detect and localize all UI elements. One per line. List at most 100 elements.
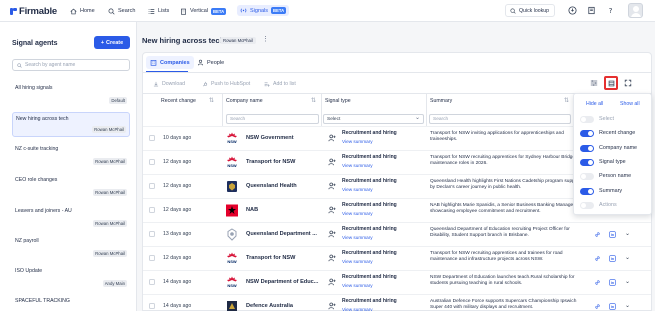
link-icon[interactable]: [594, 279, 601, 286]
column-header-recent-change[interactable]: Recent change: [161, 98, 196, 104]
row-checkbox[interactable]: [149, 135, 155, 141]
sort-icon[interactable]: ⇅: [564, 97, 569, 104]
company-logo-icon: [226, 180, 238, 193]
agent-item[interactable]: NZ payroll Rowan McPhail: [12, 235, 130, 260]
row-checkbox[interactable]: [149, 231, 155, 237]
link-icon[interactable]: [594, 255, 601, 262]
push-hubspot-button[interactable]: Push to HubSpot: [202, 79, 250, 88]
bell-icon[interactable]: [568, 6, 577, 15]
table-row[interactable]: 14 days ago NSW NSW Department of Educ... R…: [143, 270, 651, 294]
view-summary-link[interactable]: View summary: [342, 187, 373, 192]
svg-text:NSW: NSW: [227, 163, 237, 168]
column-toggle-switch[interactable]: [580, 187, 594, 195]
tab-companies[interactable]: Companies: [146, 56, 194, 69]
company-name-link[interactable]: Queensland Health: [246, 183, 297, 189]
quick-lookup-button[interactable]: Quick lookup: [505, 4, 555, 17]
help-icon[interactable]: ?: [606, 6, 615, 15]
company-name-link[interactable]: NSW Government: [246, 135, 294, 141]
view-summary-link[interactable]: View summary: [342, 139, 373, 144]
sort-icon[interactable]: ⇅: [209, 97, 214, 104]
company-name-link[interactable]: Transport for NSW: [246, 255, 295, 261]
agent-item[interactable]: SPACEFUL TRACKING: [12, 295, 130, 311]
column-toggle-row[interactable]: Signal type: [580, 158, 650, 168]
tab-people[interactable]: People: [193, 56, 228, 69]
signal-type-select[interactable]: Select: [323, 114, 424, 124]
view-summary-link[interactable]: View summary: [342, 307, 373, 311]
company-name-link[interactable]: Defence Australia: [246, 303, 293, 309]
book-icon[interactable]: [587, 6, 596, 15]
sort-icon[interactable]: ⇅: [311, 97, 316, 104]
chevron-down-icon[interactable]: ⌄: [625, 254, 630, 261]
agent-owner-badge: Rowan McPhail: [93, 189, 127, 196]
company-name-link[interactable]: Queensland Department ...: [246, 231, 317, 237]
expand-icon[interactable]: [624, 79, 632, 87]
column-picker-button[interactable]: [604, 76, 618, 90]
show-all-link[interactable]: Show all: [620, 101, 640, 107]
signal-icon: [240, 8, 247, 13]
summary-filter-input[interactable]: Search: [429, 114, 571, 124]
column-header-company-name[interactable]: Company name: [226, 98, 263, 104]
column-toggle-switch[interactable]: [580, 144, 594, 152]
company-name-link[interactable]: NSW Department of Educ...: [246, 279, 318, 285]
column-toggle-row: Actions: [580, 201, 650, 211]
nav-home[interactable]: Home: [70, 6, 95, 16]
chevron-down-icon[interactable]: ⌄: [625, 278, 630, 285]
company-name-link[interactable]: Transport for NSW: [246, 159, 295, 165]
agent-item[interactable]: ISO Update Andy Main: [12, 265, 130, 290]
nav-vertical[interactable]: Vertical BETA: [180, 6, 227, 16]
column-toggle-switch[interactable]: [580, 173, 594, 181]
hide-all-link[interactable]: Hide all: [586, 101, 603, 107]
company-name-link[interactable]: NAB: [246, 207, 258, 213]
linkedin-icon[interactable]: in: [609, 279, 616, 286]
quick-lookup-label: Quick lookup: [519, 7, 549, 14]
agent-search-input[interactable]: Search by agent name: [12, 59, 130, 71]
column-toggle-row[interactable]: Recent change: [580, 129, 650, 139]
agent-item[interactable]: Leavers and joiners - AU Rowan McPhail: [12, 205, 130, 230]
column-toggle-row[interactable]: Company name: [580, 144, 650, 154]
linkedin-icon[interactable]: in: [609, 231, 616, 238]
view-summary-link[interactable]: View summary: [342, 259, 373, 264]
view-summary-link[interactable]: View summary: [342, 283, 373, 288]
view-summary-link[interactable]: View summary: [342, 163, 373, 168]
row-checkbox[interactable]: [149, 279, 155, 285]
download-button[interactable]: Download: [153, 79, 185, 88]
agent-item[interactable]: CEO role changes Rowan McPhail: [12, 174, 130, 199]
column-header-signal-type[interactable]: Signal type: [325, 98, 351, 104]
nav-search[interactable]: Search: [108, 6, 135, 16]
brand-logo[interactable]: Firmable: [9, 5, 57, 17]
nav-lists[interactable]: Lists: [148, 6, 169, 16]
nav-signals[interactable]: Signals BETA: [237, 5, 290, 16]
table-row[interactable]: 14 days ago Defence Australia Recruitment …: [143, 294, 651, 311]
chevron-down-icon[interactable]: ⌄: [625, 302, 630, 309]
row-checkbox[interactable]: [149, 207, 155, 213]
avatar[interactable]: [628, 3, 643, 18]
more-options-button[interactable]: ⋮: [262, 35, 269, 43]
linkedin-icon[interactable]: in: [609, 255, 616, 262]
link-icon[interactable]: [594, 231, 601, 238]
agent-item[interactable]: All hiring signals Default: [12, 82, 130, 107]
row-checkbox[interactable]: [149, 255, 155, 261]
column-toggle-switch[interactable]: [580, 158, 594, 166]
column-toggle-row[interactable]: Person name: [580, 172, 650, 182]
row-checkbox[interactable]: [149, 159, 155, 165]
linkedin-icon[interactable]: in: [609, 303, 616, 310]
agent-item-selected[interactable]: New hiring across tech Rowan McPhail: [12, 112, 130, 137]
view-summary-link[interactable]: View summary: [342, 211, 373, 216]
column-header-summary[interactable]: Summary: [430, 98, 452, 104]
table-row[interactable]: 12 days ago NSW Transport for NSW Recruitme…: [143, 246, 651, 270]
column-toggle-switch[interactable]: [580, 130, 594, 138]
row-checkbox[interactable]: [149, 303, 155, 309]
column-toggle-row[interactable]: Summary: [580, 187, 650, 197]
company-logo-icon: [226, 300, 238, 311]
filter-settings-icon[interactable]: [590, 79, 598, 87]
link-icon[interactable]: [594, 303, 601, 310]
table-row[interactable]: 13 days ago Queensland Department ... Recr…: [143, 222, 651, 246]
add-to-list-button[interactable]: Add to list: [264, 79, 296, 88]
company-filter-input[interactable]: Search: [226, 114, 319, 124]
chevron-down-icon[interactable]: ⌄: [625, 230, 630, 237]
view-summary-link[interactable]: View summary: [342, 235, 373, 240]
row-checkbox[interactable]: [149, 183, 155, 189]
signal-type-value: Recruitment and hiring: [342, 202, 397, 208]
agent-item[interactable]: NZ c-suite tracking Rowan McPhail: [12, 143, 130, 168]
create-agent-button[interactable]: + Create: [94, 36, 130, 49]
